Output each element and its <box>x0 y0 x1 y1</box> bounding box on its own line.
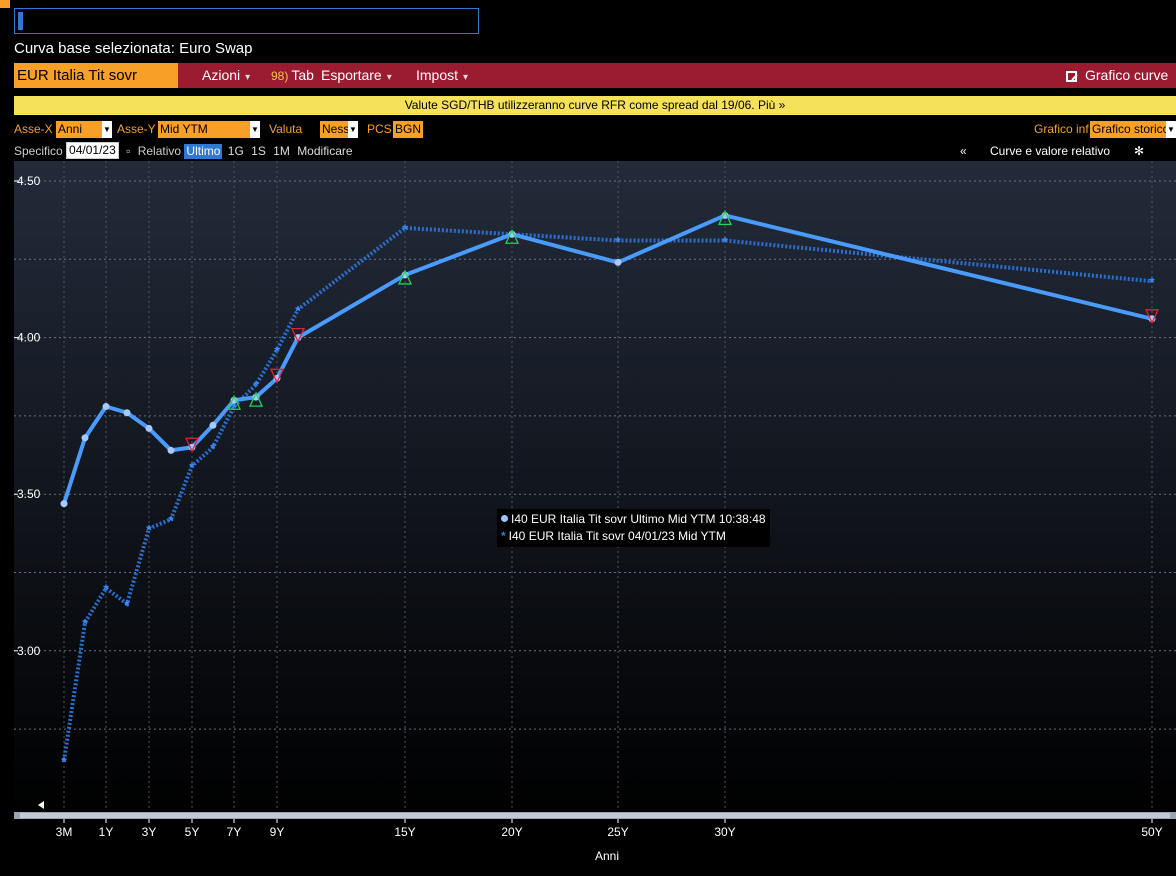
series-point-latest <box>167 446 175 454</box>
chevron-down-icon[interactable]: ▼ <box>1166 121 1176 138</box>
x-axis-select[interactable]: Anni <box>56 121 102 138</box>
spec-row: Specifico 04/01/23 ▫ Relativo Ultimo 1G … <box>14 141 1176 161</box>
toggle-1d[interactable]: 1G <box>226 144 246 159</box>
x-axis-title: Anni <box>595 849 619 863</box>
series-point-latest <box>81 434 89 442</box>
series-point-historic: * <box>402 221 408 237</box>
axis-controls: Asse-X Anni ▼ Asse-Y Mid YTM ▼ Valuta Ne… <box>14 121 1176 138</box>
series-point-historic: * <box>146 522 152 538</box>
x-tick-label: 50Y <box>1141 825 1162 839</box>
series-point-historic: * <box>722 234 728 250</box>
lower-chart-label: Grafico inf <box>1034 122 1089 136</box>
series-point-historic: * <box>1149 274 1155 290</box>
relative-label: Relativo <box>137 144 182 158</box>
x-tick-label: 1Y <box>99 825 114 839</box>
series-point-latest <box>209 421 217 429</box>
legend-star-icon: * <box>501 529 506 543</box>
x-tick-label: 15Y <box>394 825 415 839</box>
series-point-historic: * <box>61 753 67 769</box>
lower-chart-select[interactable]: Grafico storico <box>1090 121 1169 138</box>
currency-select[interactable]: Ness <box>320 121 349 138</box>
series-point-latest <box>145 424 153 432</box>
y-tick-label: 3.00 <box>17 644 41 658</box>
x-axis: 3M 1Y 3Y 5Y 7Y 9Y 15Y 20Y 25Y 30Y 50Y <box>56 819 1163 839</box>
currency-label: Valuta <box>269 122 303 136</box>
x-tick-label: 30Y <box>714 825 735 839</box>
toggle-1m[interactable]: 1M <box>271 144 292 159</box>
tab-number: 98) <box>271 69 289 83</box>
series-point-historic: * <box>168 512 174 528</box>
x-axis-label: Asse-X <box>14 122 53 136</box>
gear-icon[interactable]: ✻ <box>1134 141 1144 161</box>
chevron-down-icon: ▾ <box>386 72 392 83</box>
legend-item-historic: * I40 EUR Italia Tit sovr 04/01/23 Mid YT… <box>501 528 766 545</box>
series-point-historic: * <box>82 616 88 632</box>
x-tick-label: 25Y <box>607 825 628 839</box>
export-label: Esportare <box>321 67 382 83</box>
toggle-modify[interactable]: Modificare <box>295 144 354 159</box>
x-tick-label: 5Y <box>185 825 200 839</box>
text-cursor <box>18 12 23 30</box>
actions-label: Azioni <box>202 67 241 83</box>
actions-menu[interactable]: Azioni ▾ <box>202 63 250 88</box>
date-input[interactable]: 04/01/23 <box>66 142 119 159</box>
series-point-historic: * <box>210 440 216 456</box>
curve-graph-button[interactable]: Grafico curve <box>1066 63 1168 88</box>
top-strip <box>0 0 1176 8</box>
x-tick-label: 20Y <box>501 825 522 839</box>
menu-icon[interactable] <box>0 0 10 8</box>
popout-icon <box>1066 71 1077 82</box>
legend-dot-icon <box>501 515 508 522</box>
legend-item-latest: I40 EUR Italia Tit sovr Ultimo Mid YTM 1… <box>501 511 766 528</box>
pcs-field[interactable]: BGN <box>393 121 423 138</box>
tab-button[interactable]: 98) Tab <box>271 63 314 88</box>
y-tick-label: 4.00 <box>17 331 41 345</box>
curve-graph-label: Grafico curve <box>1085 67 1169 83</box>
series-point-historic: * <box>274 343 280 359</box>
specific-label: Specifico <box>14 144 63 158</box>
y-axis-label: Asse-Y <box>117 122 156 136</box>
ticker-field[interactable]: EUR Italia Tit sovr <box>14 63 178 88</box>
y-axis-select[interactable]: Mid YTM <box>158 121 250 138</box>
legend-label-historic: I40 EUR Italia Tit sovr 04/01/23 Mid YTM <box>508 529 726 543</box>
command-line-input[interactable] <box>14 8 479 34</box>
series-point-historic: * <box>295 302 301 318</box>
x-tick-label: 3Y <box>142 825 157 839</box>
toolbar: EUR Italia Tit sovr Azioni ▾ 98) Tab Espor… <box>14 63 1176 88</box>
x-tick-label: 7Y <box>227 825 242 839</box>
calendar-icon[interactable]: ▫ <box>126 144 130 158</box>
series-point-latest <box>123 409 131 417</box>
settings-menu[interactable]: Impost ▾ <box>416 63 468 88</box>
chevron-down-icon: ▾ <box>463 72 469 83</box>
chevron-down-icon[interactable]: ▼ <box>348 121 358 138</box>
y-tick-label: 3.50 <box>17 487 41 501</box>
x-tick-label: 9Y <box>270 825 285 839</box>
chevron-down-icon[interactable]: ▼ <box>250 121 260 138</box>
x-scrollbar-thumb[interactable] <box>20 813 1170 818</box>
x-tick-label: 3M <box>56 825 73 839</box>
chevron-down-icon: ▾ <box>245 72 251 83</box>
series-point-latest <box>614 258 622 266</box>
toggle-latest[interactable]: Ultimo <box>184 144 223 159</box>
chevron-down-icon[interactable]: ▼ <box>102 121 112 138</box>
relative-value-label: Curve e valore relativo <box>990 144 1111 158</box>
export-menu[interactable]: Esportare ▾ <box>321 63 392 88</box>
pcs-label: PCS <box>367 122 392 136</box>
series-point-historic: * <box>615 234 621 250</box>
series-point-historic: * <box>124 597 130 613</box>
chart-legend: I40 EUR Italia Tit sovr Ultimo Mid YTM 1… <box>497 509 770 547</box>
tab-label: Tab <box>291 67 314 83</box>
collapse-button[interactable]: « <box>960 141 967 161</box>
settings-label: Impost <box>416 67 459 83</box>
series-point-latest <box>60 500 68 508</box>
legend-label-latest: I40 EUR Italia Tit sovr Ultimo Mid YTM 1… <box>511 512 766 526</box>
series-point-historic: * <box>253 378 259 394</box>
base-curve-label: Curva base selezionata: Euro Swap <box>14 40 253 57</box>
y-tick-label: 4.50 <box>17 174 41 188</box>
toggle-1w[interactable]: 1S <box>249 144 268 159</box>
series-point-latest <box>102 403 110 411</box>
notice-bar[interactable]: Valute SGD/THB utilizzeranno curve RFR c… <box>14 96 1176 115</box>
series-point-historic: * <box>103 581 109 597</box>
series-point-historic: * <box>189 459 195 475</box>
